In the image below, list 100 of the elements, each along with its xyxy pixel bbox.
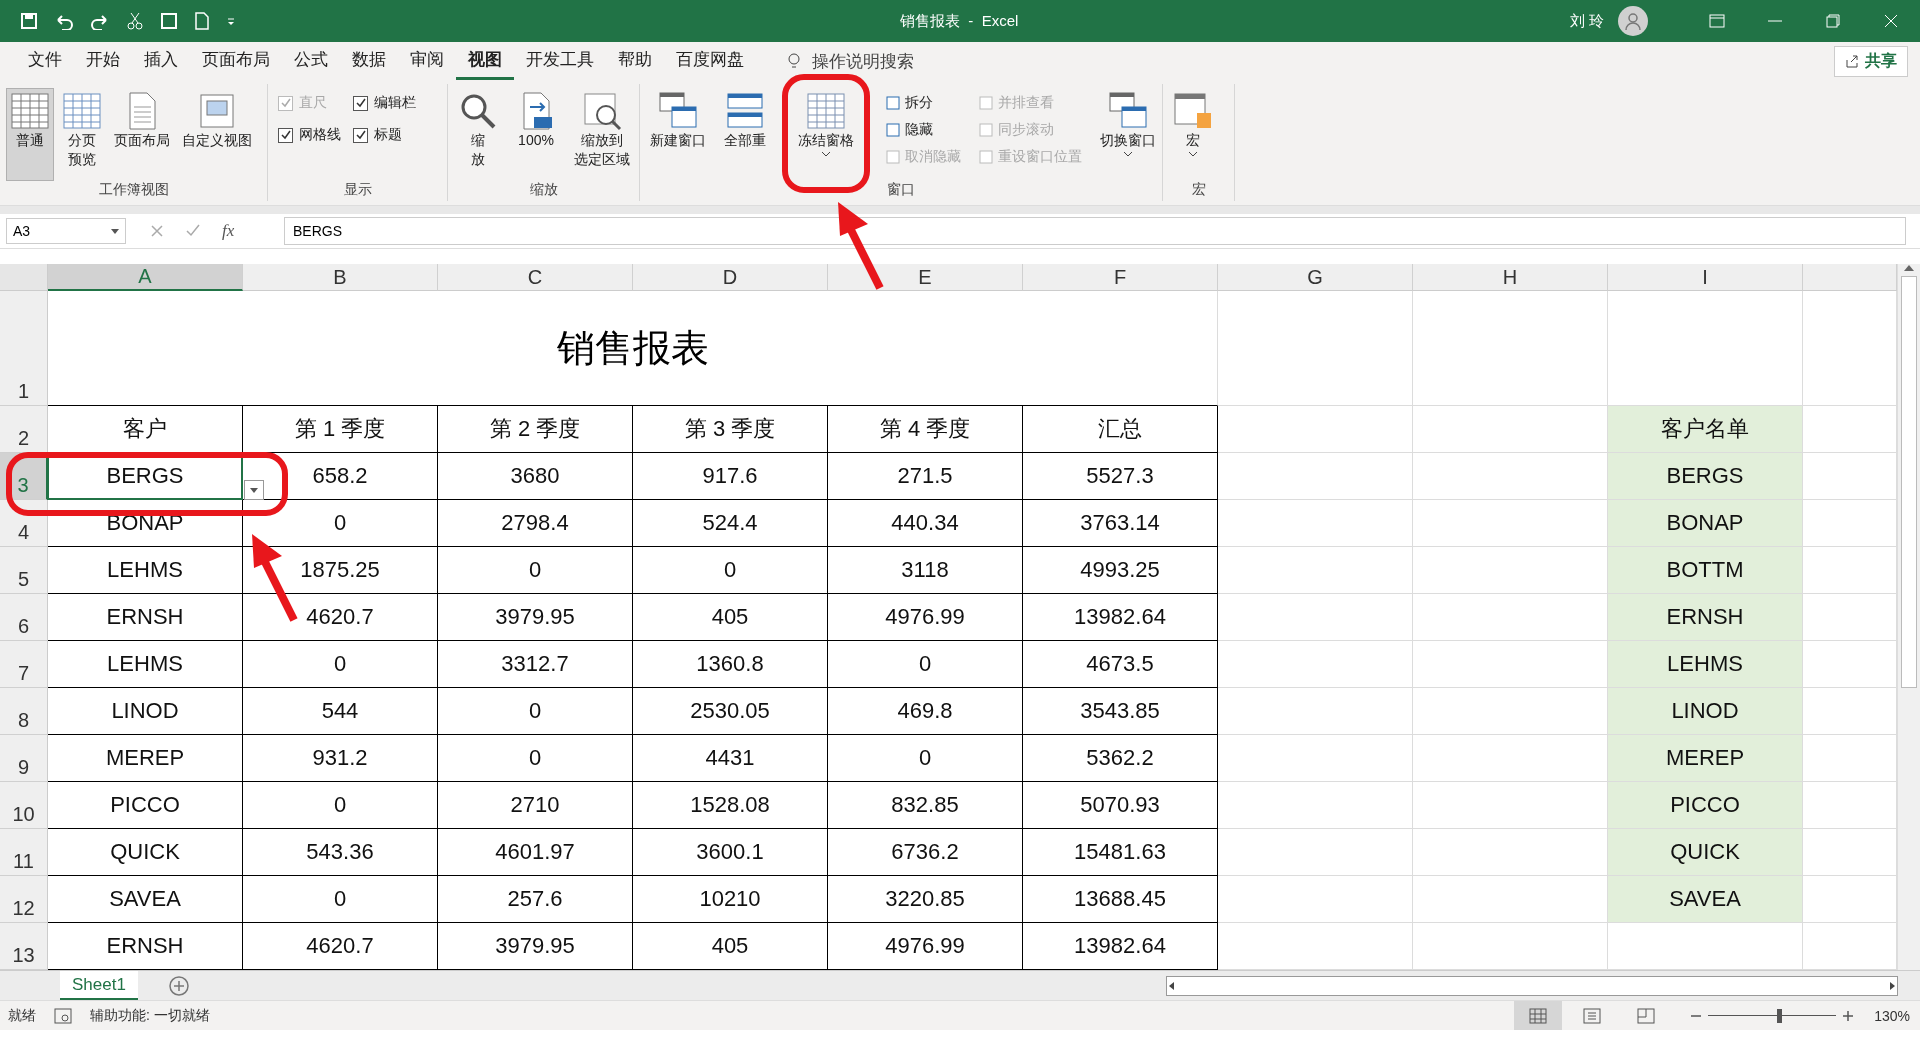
row-header[interactable]: 13: [0, 923, 48, 970]
table-cell: 4993.25: [1080, 557, 1160, 583]
sheet-tab[interactable]: Sheet1: [60, 971, 138, 1000]
window-icon: [886, 123, 900, 137]
menu-tab[interactable]: 开始: [74, 42, 132, 80]
restore-icon[interactable]: [1826, 14, 1840, 28]
ribbon-button[interactable]: 100%: [512, 88, 560, 181]
lightbulb-icon: [786, 52, 802, 70]
menu-tab[interactable]: 帮助: [606, 42, 664, 80]
table-cell: 0: [528, 698, 542, 724]
table-cell: BOTTM: [1608, 547, 1803, 594]
menu-tab[interactable]: 百度网盘: [664, 42, 756, 80]
ribbon-display-icon[interactable]: [1709, 14, 1725, 28]
formula-field[interactable]: BERGS: [284, 217, 1906, 245]
menu-tab[interactable]: 开发工具: [514, 42, 606, 80]
table-cell: 1875.25: [300, 557, 380, 583]
row-header[interactable]: 6: [0, 594, 48, 641]
column-header[interactable]: E: [828, 264, 1023, 291]
caret-icon: [1188, 151, 1198, 157]
column-header[interactable]: G: [1218, 264, 1413, 291]
checkbox[interactable]: 网格线: [278, 126, 341, 144]
table-cell: MEREP: [105, 745, 185, 771]
row-header[interactable]: 5: [0, 547, 48, 594]
table-cell: 832.85: [891, 792, 959, 818]
column-header[interactable]: B: [243, 264, 438, 291]
grid-icon: [10, 91, 50, 131]
table-cell: LINOD: [1608, 688, 1803, 735]
ribbon-button[interactable]: 普通: [6, 88, 54, 181]
menu-tab[interactable]: 页面布局: [190, 42, 282, 80]
ribbon-button[interactable]: 切换窗口: [1096, 88, 1160, 181]
menu-tab[interactable]: 插入: [132, 42, 190, 80]
table-cell: 5527.3: [1086, 463, 1154, 489]
scroll-up-icon[interactable]: [1904, 264, 1914, 272]
ribbon-button[interactable]: 全部重: [720, 88, 770, 181]
menu-tab[interactable]: 审阅: [398, 42, 456, 80]
vertical-scrollbar[interactable]: [1897, 264, 1920, 970]
table-cell: 5362.2: [1086, 745, 1154, 771]
table-cell: 13982.64: [1074, 604, 1166, 630]
zoom-slider-thumb[interactable]: [1776, 1008, 1782, 1023]
ribbon-button[interactable]: 缩放到选定区域: [570, 88, 634, 181]
ribbon-button[interactable]: 拆分: [886, 94, 961, 112]
table-cell: 4976.99: [885, 604, 965, 630]
ribbon-button[interactable]: 分页预览: [58, 88, 106, 181]
horizontal-scrollbar[interactable]: [1166, 975, 1898, 996]
ribbon-button[interactable]: 页面布局: [110, 88, 174, 181]
table-cell: 3680: [510, 463, 560, 489]
table-cell: 1528.08: [690, 792, 770, 818]
column-header[interactable]: F: [1023, 264, 1218, 291]
ribbon-button[interactable]: 宏: [1169, 88, 1217, 181]
ribbon-button[interactable]: 新建窗口: [646, 88, 710, 181]
window-icon: [886, 96, 900, 110]
close-icon[interactable]: [1884, 14, 1898, 28]
row-header[interactable]: 2: [0, 406, 48, 453]
table-cell: 3979.95: [495, 604, 575, 630]
checkbox[interactable]: 标题: [353, 126, 416, 144]
column-header[interactable]: C: [438, 264, 633, 291]
column-header[interactable]: A: [48, 264, 243, 291]
row-header[interactable]: 7: [0, 641, 48, 688]
table-cell: ERNSH: [106, 933, 184, 959]
group-label: 工作簿视图: [97, 181, 170, 199]
menu-tab[interactable]: 数据: [340, 42, 398, 80]
check-icon: [280, 98, 291, 108]
ribbon-button[interactable]: 冻结窗格: [794, 88, 858, 181]
ribbon-button[interactable]: 缩放: [454, 88, 502, 181]
view-button[interactable]: [1514, 1001, 1563, 1030]
scroll-right-icon[interactable]: [1887, 980, 1897, 991]
dropdown-button[interactable]: [244, 480, 264, 500]
table-cell: 0: [528, 557, 542, 583]
table-cell: 469.8: [897, 698, 953, 724]
ribbon-button[interactable]: 隐藏: [886, 121, 961, 139]
share-button[interactable]: 共享: [1834, 45, 1908, 77]
row-header[interactable]: 9: [0, 735, 48, 782]
checkbox[interactable]: 编辑栏: [353, 94, 416, 112]
name-box[interactable]: A3: [6, 218, 126, 244]
plus-icon[interactable]: [1842, 1009, 1855, 1022]
ribbon-button[interactable]: 自定义视图: [178, 88, 256, 181]
accessibility-status[interactable]: 辅助功能: 一切就绪: [90, 1006, 210, 1025]
scrollbar-thumb[interactable]: [1901, 276, 1917, 688]
zoom-selection-icon: [582, 91, 622, 131]
row-header[interactable]: 1: [0, 291, 48, 406]
scroll-left-icon[interactable]: [1167, 980, 1177, 991]
table-cell: 3118: [901, 557, 949, 583]
table-cell: 4620.7: [306, 933, 374, 959]
table-cell: 917.6: [702, 463, 758, 489]
row-header[interactable]: 10: [0, 782, 48, 829]
row-header[interactable]: 12: [0, 876, 48, 923]
search-field[interactable]: 操作说明搜索: [786, 49, 914, 73]
insert-function-button[interactable]: fx: [222, 221, 235, 241]
group-label: 缩放: [528, 181, 559, 199]
row-header[interactable]: 8: [0, 688, 48, 735]
column-header[interactable]: I: [1608, 264, 1803, 291]
menu-tab[interactable]: 文件: [16, 42, 74, 80]
column-header[interactable]: D: [633, 264, 828, 291]
column-header[interactable]: H: [1413, 264, 1608, 291]
caret-icon: [111, 228, 119, 234]
menu-tab[interactable]: 公式: [282, 42, 340, 80]
table-cell: 524.4: [702, 510, 758, 536]
row-header[interactable]: 11: [0, 829, 48, 876]
zoom-level[interactable]: 130%: [1874, 1007, 1910, 1024]
window-icon: [979, 96, 993, 110]
